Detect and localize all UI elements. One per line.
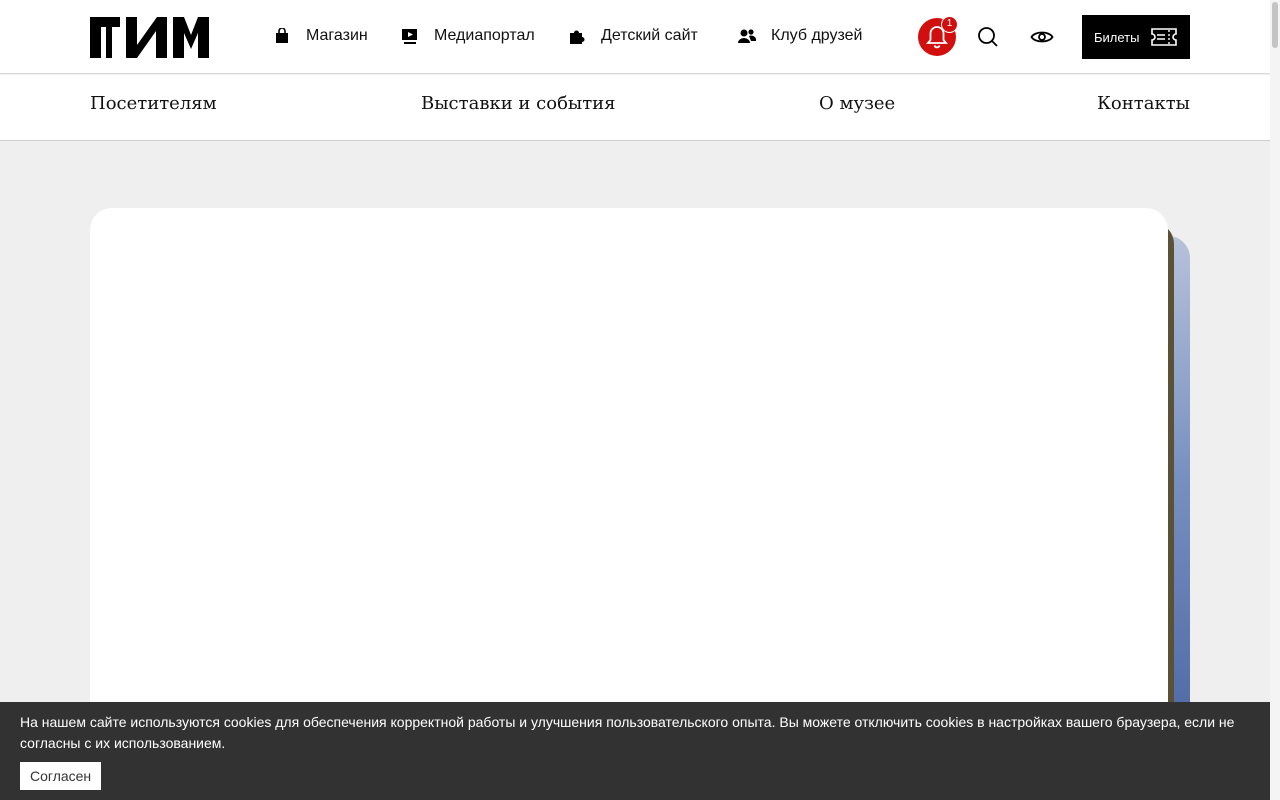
shop-link[interactable]: Магазин <box>272 24 368 48</box>
nav-item-exhibitions[interactable]: Выставки и события <box>421 93 616 114</box>
tickets-button-label: Билеты <box>1094 29 1140 45</box>
main-navigation: Посетителям Выставки и события О музее К… <box>0 75 1280 141</box>
scrollbar-thumb[interactable] <box>1272 2 1278 48</box>
users-icon <box>737 26 757 46</box>
media-play-icon <box>400 26 420 46</box>
cookie-accept-button[interactable]: Согласен <box>20 762 102 790</box>
notification-count-badge: 1 <box>941 16 958 33</box>
media-portal-link[interactable]: Медиапортал <box>400 24 535 48</box>
nav-item-visitors[interactable]: Посетителям <box>90 93 217 114</box>
nav-item-about[interactable]: О музее <box>819 93 895 114</box>
search-button[interactable] <box>976 25 1000 49</box>
museum-logo[interactable] <box>90 15 210 59</box>
search-icon <box>978 27 998 47</box>
friends-club-link[interactable]: Клуб друзей <box>737 24 863 48</box>
tickets-button[interactable]: Билеты <box>1082 15 1190 59</box>
kids-site-link[interactable]: Детский сайт <box>567 24 698 48</box>
eye-icon <box>1030 31 1054 43</box>
media-portal-link-label: Медиапортал <box>434 27 535 44</box>
puzzle-piece-icon <box>567 26 587 46</box>
shopping-bag-icon <box>272 26 292 46</box>
cookie-banner-text: На нашем сайте используются cookies для … <box>20 714 1235 751</box>
shop-link-label: Магазин <box>306 27 368 44</box>
accessibility-button[interactable] <box>1030 25 1054 49</box>
page-scrollbar[interactable] <box>1270 0 1280 800</box>
kids-site-link-label: Детский сайт <box>601 27 698 44</box>
nav-item-contacts[interactable]: Контакты <box>1097 93 1190 114</box>
friends-club-link-label: Клуб друзей <box>771 27 863 44</box>
top-header: Магазин Медиапортал Детский сайт Клуб др… <box>0 0 1280 74</box>
cookie-banner: На нашем сайте используются cookies для … <box>0 702 1280 800</box>
ticket-icon <box>1151 28 1177 46</box>
